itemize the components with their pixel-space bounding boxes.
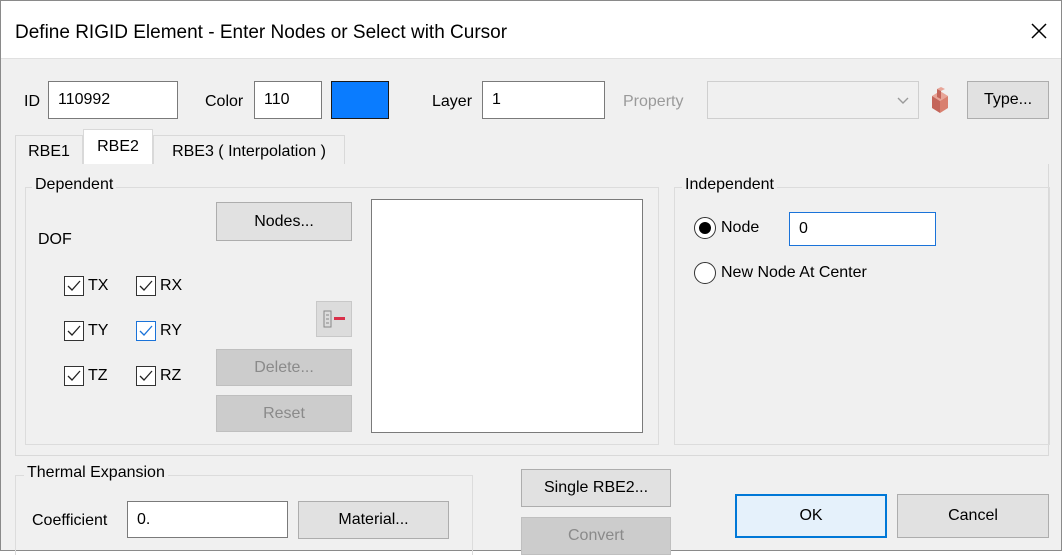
coefficient-label: Coefficient: [32, 512, 108, 529]
ty-label: TY: [88, 322, 109, 339]
list-remove-icon[interactable]: [316, 301, 352, 337]
tz-checkbox[interactable]: [64, 366, 84, 386]
property-pick-icon[interactable]: [923, 81, 959, 119]
coefficient-value: 0.: [137, 510, 151, 528]
layer-value: 1: [492, 91, 501, 108]
node-radio[interactable]: [694, 217, 716, 239]
property-label: Property: [623, 93, 684, 110]
id-field[interactable]: 110992: [48, 81, 178, 119]
convert-button[interactable]: Convert: [521, 517, 671, 555]
single-rbe2-button[interactable]: Single RBE2...: [521, 469, 671, 507]
coefficient-field[interactable]: 0.: [127, 501, 288, 538]
center-node-radio[interactable]: [694, 262, 716, 284]
rz-label: RZ: [160, 367, 182, 384]
dof-label: DOF: [38, 231, 72, 248]
color-label: Color: [205, 93, 244, 110]
type-button[interactable]: Type...: [967, 81, 1049, 119]
layer-field[interactable]: 1: [482, 81, 605, 119]
cancel-button[interactable]: Cancel: [897, 494, 1049, 538]
independent-group-title: Independent: [682, 176, 777, 194]
color-field[interactable]: 110: [254, 81, 322, 119]
tab-rbe3[interactable]: RBE3 ( Interpolation ): [153, 135, 345, 165]
independent-node-field[interactable]: 0: [789, 212, 936, 246]
ry-label: RY: [160, 322, 182, 339]
center-node-radio-label: New Node At Center: [721, 264, 867, 281]
id-value: 110992: [58, 91, 111, 108]
tz-label: TZ: [88, 367, 108, 384]
tab-rbe1[interactable]: RBE1: [15, 135, 83, 165]
nodes-button[interactable]: Nodes...: [216, 202, 352, 241]
window-title: Define RIGID Element - Enter Nodes or Se…: [15, 22, 508, 43]
ok-button[interactable]: OK: [735, 494, 887, 538]
chevron-down-icon: [896, 93, 910, 112]
title-bar: Define RIGID Element - Enter Nodes or Se…: [1, 1, 1061, 59]
delete-button[interactable]: Delete...: [216, 349, 352, 386]
thermal-group-title: Thermal Expansion: [24, 464, 168, 482]
ty-checkbox[interactable]: [64, 321, 84, 341]
node-radio-label: Node: [721, 219, 760, 236]
tx-label: TX: [88, 277, 109, 294]
rx-checkbox[interactable]: [136, 276, 156, 296]
independent-node-value: 0: [799, 220, 808, 237]
tab-rbe2[interactable]: RBE2: [83, 129, 153, 165]
node-radio-dot: [699, 222, 711, 234]
rz-checkbox[interactable]: [136, 366, 156, 386]
close-icon[interactable]: [1021, 13, 1057, 49]
color-value: 110: [264, 91, 290, 108]
ry-checkbox[interactable]: [136, 321, 156, 341]
reset-button[interactable]: Reset: [216, 395, 352, 432]
layer-label: Layer: [432, 93, 473, 110]
rigid-element-dialog: Define RIGID Element - Enter Nodes or Se…: [0, 0, 1062, 555]
material-button[interactable]: Material...: [298, 501, 449, 539]
dependent-node-list[interactable]: [371, 199, 643, 433]
tx-checkbox[interactable]: [64, 276, 84, 296]
color-swatch-button[interactable]: [331, 81, 389, 119]
property-dropdown[interactable]: [707, 81, 919, 119]
id-label: ID: [24, 93, 40, 110]
rx-label: RX: [160, 277, 183, 294]
dependent-group-title: Dependent: [32, 176, 117, 194]
